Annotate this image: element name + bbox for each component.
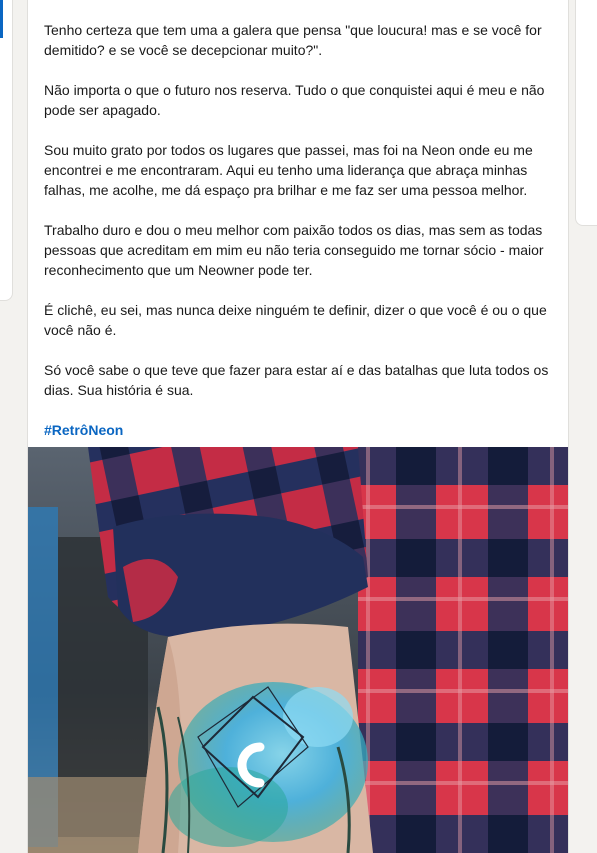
post-image[interactable]	[28, 447, 568, 853]
left-active-indicator	[0, 0, 3, 38]
post-paragraph: Tenho certeza que tem uma a galera que p…	[44, 22, 542, 58]
left-sidebar-card	[0, 0, 13, 301]
post-paragraph: Sou muito grato por todos os lugares que…	[44, 142, 533, 198]
post-paragraph: Só você sabe o que teve que fazer para e…	[44, 362, 549, 398]
post-paragraph: É clichê, eu sei, mas nunca deixe ningué…	[44, 302, 547, 338]
hashtag-link[interactable]: #RetrôNeon	[44, 420, 123, 440]
post-paragraph: Trabalho duro e dou o meu melhor com pai…	[44, 222, 544, 278]
post-paragraph: Não importa o que o futuro nos reserva. …	[44, 82, 545, 118]
right-sidebar-card	[575, 0, 597, 226]
post-body: Tenho certeza que tem uma a galera que p…	[28, 0, 568, 440]
feed-post: Tenho certeza que tem uma a galera que p…	[27, 0, 569, 853]
